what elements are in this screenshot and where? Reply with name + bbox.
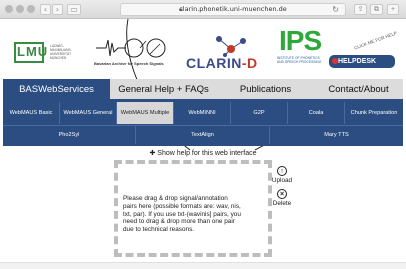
sidebar-toggle-icon[interactable]: ▭ (67, 4, 81, 15)
tab-pho2syl[interactable]: Pho2Syl (3, 126, 136, 144)
nav-baswebservices[interactable]: BASWebServices (3, 79, 110, 99)
nav-general-help[interactable]: General Help + FAQs (110, 79, 217, 99)
helpdesk-button[interactable]: HELPDESK (329, 55, 395, 68)
tab-mary-tts[interactable]: Mary TTS (270, 126, 403, 144)
bas-logo[interactable]: Bavarian Archive for Speech Signals (94, 36, 174, 66)
forward-button[interactable]: › (52, 4, 63, 15)
bas-waveform-icon (96, 38, 166, 58)
clarin-d-logo[interactable]: CLARIN-D (183, 33, 273, 73)
back-button[interactable]: ‹ (40, 4, 51, 15)
clarin-network-icon (216, 36, 246, 57)
delete-button[interactable]: × Delete (270, 189, 294, 207)
delete-x-icon: × (277, 189, 287, 199)
address-bar[interactable]: 🔒︎ clarin.phonetik.uni-muenchen.de ↻ (120, 3, 346, 16)
ips-logo[interactable]: IPS INSTITUTE OF PHONETICS AND SPEECH PR… (277, 27, 332, 67)
main-nav: BASWebServices General Help + FAQs Publi… (3, 79, 403, 99)
upload-arrow-icon: ↑ (277, 166, 287, 176)
tab-webmaus-multiple[interactable]: WebMAUS Multiple (117, 102, 174, 124)
drop-instructions: Please drag & drop signal/annotation pai… (123, 195, 241, 234)
tabs-icon[interactable]: ⧉ (370, 4, 383, 15)
tab-g2p[interactable]: G2P (231, 102, 288, 124)
nav-contact-about[interactable]: Contact/About (314, 79, 403, 99)
nav-publications[interactable]: Publications (217, 79, 314, 99)
tab-webmaus-basic[interactable]: WebMAUS Basic (3, 102, 60, 124)
click-me-hint: CLICK ME FOR HELP (353, 30, 398, 51)
helpdesk-icon (332, 58, 338, 64)
plus-icon: ✚ (149, 150, 156, 157)
share-icon[interactable]: ⇪ (354, 4, 367, 15)
tab-chunk-preparation[interactable]: Chunk Preparation (345, 102, 403, 124)
tab-coala[interactable]: Coala (288, 102, 345, 124)
minimize-window-icon[interactable] (16, 5, 24, 13)
lmu-logo[interactable]: LMU LUDWIG-MAXIMILIANS-UNIVERSITÄT MÜNCH… (14, 42, 72, 63)
show-help-toggle[interactable]: ✚ Show help for this web interface (0, 149, 406, 157)
service-nav: WebMAUS Basic WebMAUS General WebMAUS Mu… (3, 99, 403, 146)
browser-toolbar: ‹ › ▭ 🔒︎ clarin.phonetik.uni-muenchen.de… (0, 0, 406, 19)
close-window-icon[interactable] (5, 5, 13, 13)
tab-webmaus-general[interactable]: WebMAUS General (60, 102, 117, 124)
upload-button[interactable]: ↑ Upload (270, 166, 294, 184)
reload-icon[interactable]: ↻ (332, 5, 339, 14)
zoom-window-icon[interactable] (27, 5, 35, 13)
page-footer (0, 262, 406, 269)
tab-webminni[interactable]: WebMINNI (174, 102, 231, 124)
url-text: clarin.phonetik.uni-muenchen.de (179, 5, 287, 13)
new-tab-icon[interactable]: + (387, 4, 399, 15)
tab-textalign[interactable]: TextAlign (136, 126, 270, 144)
show-help-label: Show help for this web interface (157, 150, 257, 157)
